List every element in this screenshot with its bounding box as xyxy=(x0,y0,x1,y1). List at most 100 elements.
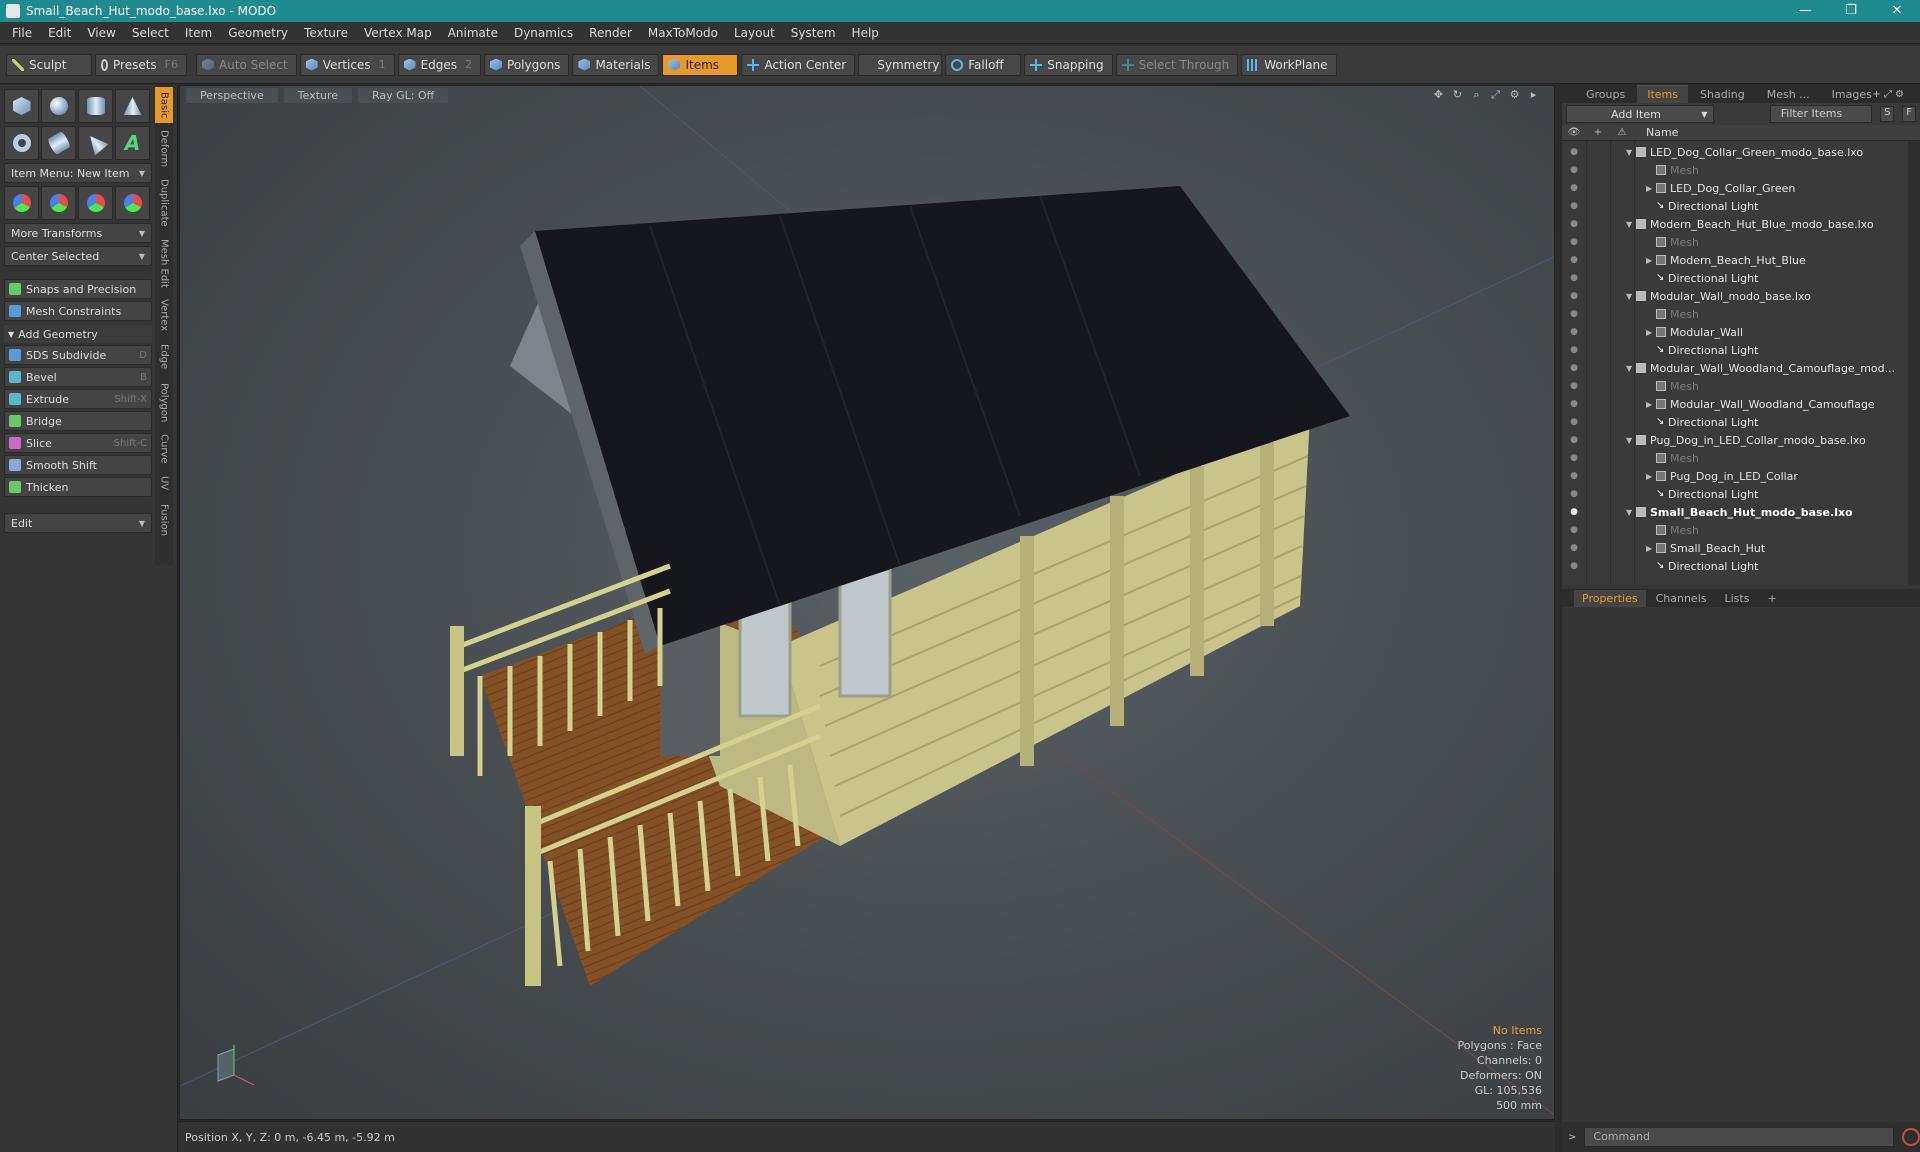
visibility-eye-icon[interactable]: ● xyxy=(1568,507,1580,517)
pan-icon[interactable]: ✥ xyxy=(1432,88,1445,101)
add-item-dropdown[interactable]: Add Item ▼ xyxy=(1566,105,1715,123)
menu-system[interactable]: System xyxy=(783,26,844,40)
tree-scene-item[interactable]: ● ▼ Modular_Wall_modo_base.lxo xyxy=(1562,287,1908,305)
s-toggle[interactable]: S xyxy=(1880,106,1895,122)
minimize-button[interactable]: — xyxy=(1782,0,1828,22)
tab-shading[interactable]: Shading xyxy=(1690,86,1755,103)
tree-mesh-item[interactable]: ● Mesh xyxy=(1562,377,1908,395)
tree-group-item[interactable]: ● ▶ LED_Dog_Collar_Green xyxy=(1562,179,1908,197)
extrude-button[interactable]: Extrude Shift-X xyxy=(4,389,152,409)
record-macro-icon[interactable] xyxy=(1902,1128,1920,1146)
menu-file[interactable]: File xyxy=(4,26,40,40)
raygl-button[interactable]: Ray GL: Off xyxy=(358,87,449,103)
collapse-triangle-icon[interactable]: ▶ xyxy=(1646,256,1656,265)
tree-scene-item[interactable]: ● ▼ LED_Dog_Collar_Green_modo_base.lxo xyxy=(1562,143,1908,161)
menu-vertex-map[interactable]: Vertex Map xyxy=(356,26,440,40)
cone-primitive-button[interactable] xyxy=(115,89,150,123)
bridge-button[interactable]: Bridge xyxy=(4,411,152,431)
tree-light-item[interactable]: ● ↘ Directional Light xyxy=(1562,557,1908,575)
zoom-icon[interactable]: ⌕ xyxy=(1470,88,1483,101)
select-through-button[interactable]: Select Through xyxy=(1115,53,1239,76)
menu-edit[interactable]: Edit xyxy=(40,26,79,40)
type-column-icon[interactable]: ⚠ xyxy=(1610,127,1634,138)
snaps-precision-button[interactable]: Snaps and Precision xyxy=(4,279,152,299)
tree-group-item[interactable]: ● ▶ Pug_Dog_in_LED_Collar xyxy=(1562,467,1908,485)
visibility-eye-icon[interactable]: ● xyxy=(1568,309,1580,319)
tab-uv[interactable]: UV xyxy=(155,471,173,495)
presets-button[interactable]: Presets F6 xyxy=(95,53,187,76)
items-button[interactable]: Items xyxy=(662,53,739,76)
collapse-triangle-icon[interactable]: ▶ xyxy=(1646,184,1656,193)
visibility-eye-icon[interactable]: ● xyxy=(1568,165,1580,175)
tree-mesh-item[interactable]: ● Mesh xyxy=(1562,305,1908,323)
expand-triangle-icon[interactable]: ▼ xyxy=(1626,364,1636,373)
sculpt-button[interactable]: Sculpt xyxy=(6,53,92,76)
tab-mesh[interactable]: Mesh ... xyxy=(1757,86,1820,103)
visibility-eye-icon[interactable]: ● xyxy=(1568,471,1580,481)
visibility-eye-icon[interactable]: ● xyxy=(1568,147,1580,157)
tab-properties[interactable]: Properties xyxy=(1574,590,1646,607)
expand-triangle-icon[interactable]: ▼ xyxy=(1626,508,1636,517)
torus-primitive-button[interactable] xyxy=(4,126,39,160)
maximize-viewport-icon[interactable]: ⤢ xyxy=(1489,88,1502,101)
falloff-button[interactable]: Falloff xyxy=(945,53,1022,76)
menu-maxtomodo[interactable]: MaxToModo xyxy=(640,26,726,40)
visibility-eye-icon[interactable]: ● xyxy=(1568,327,1580,337)
visibility-eye-icon[interactable]: ● xyxy=(1568,399,1580,409)
tree-light-item[interactable]: ● ↘ Directional Light xyxy=(1562,413,1908,431)
command-input[interactable]: Command xyxy=(1584,1127,1895,1147)
tree-scene-item[interactable]: ● ▼ Modern_Beach_Hut_Blue_modo_base.lxo xyxy=(1562,215,1908,233)
tree-group-item[interactable]: ● ▶ Modern_Beach_Hut_Blue xyxy=(1562,251,1908,269)
thicken-button[interactable]: Thicken xyxy=(4,477,152,497)
menu-layout[interactable]: Layout xyxy=(726,26,783,40)
collapse-triangle-icon[interactable]: ▶ xyxy=(1646,544,1656,553)
visibility-eye-icon[interactable]: ● xyxy=(1568,453,1580,463)
tree-scene-item[interactable]: ● ▼ Modular_Wall_Woodland_Camouflage_mod..… xyxy=(1562,359,1908,377)
panel-options-icon[interactable]: + ⤢ ⚙ xyxy=(1862,87,1914,102)
tree-group-item[interactable]: ● ▶ Modular_Wall xyxy=(1562,323,1908,341)
add-tab-icon[interactable]: + xyxy=(1759,590,1784,607)
edges-button[interactable]: Edges 2 xyxy=(397,53,482,76)
name-column[interactable]: Name xyxy=(1646,126,1678,139)
edit-dropdown[interactable]: Edit ▼ xyxy=(4,513,152,533)
visibility-eye-icon[interactable]: ● xyxy=(1568,363,1580,373)
collapse-triangle-icon[interactable]: ▶ xyxy=(1646,400,1656,409)
cylinder-primitive-button[interactable] xyxy=(78,89,113,123)
symmetry-button[interactable]: Symmetry xyxy=(858,53,943,76)
menu-item[interactable]: Item xyxy=(177,26,220,40)
visibility-eye-icon[interactable]: ● xyxy=(1568,417,1580,427)
tab-basic[interactable]: Basic xyxy=(155,87,173,123)
polygons-button[interactable]: Polygons xyxy=(484,53,570,76)
tab-polygon[interactable]: Polygon xyxy=(155,379,173,427)
materials-button[interactable]: Materials xyxy=(572,53,660,76)
menu-animate[interactable]: Animate xyxy=(440,26,506,40)
tab-duplicate[interactable]: Duplicate xyxy=(155,175,173,231)
tab-vertex[interactable]: Vertex xyxy=(155,295,173,335)
vertices-button[interactable]: Vertices 1 xyxy=(299,53,395,76)
3d-viewport[interactable]: Perspective Texture Ray GL: Off ✥ ↻ ⌕ ⤢ … xyxy=(179,85,1555,1120)
tab-items[interactable]: Items xyxy=(1637,85,1689,103)
tab-edge[interactable]: Edge xyxy=(155,339,173,375)
smooth-shift-button[interactable]: Smooth Shift xyxy=(4,455,152,475)
cube-primitive-button[interactable] xyxy=(4,89,39,123)
perspective-button[interactable]: Perspective xyxy=(186,87,278,103)
transform-button[interactable] xyxy=(4,186,39,220)
collapse-triangle-icon[interactable]: ▶ xyxy=(1646,328,1656,337)
tab-mesh-edit[interactable]: Mesh Edit xyxy=(155,235,173,291)
sphere-primitive-button[interactable] xyxy=(41,89,76,123)
workplane-button[interactable]: WorkPlane xyxy=(1241,53,1337,76)
tab-deform[interactable]: Deform xyxy=(155,127,173,171)
center-selected-dropdown[interactable]: Center Selected ▼ xyxy=(4,246,152,266)
tab-lists[interactable]: Lists xyxy=(1717,590,1758,607)
tree-group-item[interactable]: ● ▶ Modular_Wall_Woodland_Camouflage xyxy=(1562,395,1908,413)
expand-triangle-icon[interactable]: ▼ xyxy=(1626,292,1636,301)
rotate-view-icon[interactable]: ↻ xyxy=(1451,88,1464,101)
tab-curve[interactable]: Curve xyxy=(155,431,173,467)
visibility-eye-icon[interactable]: ● xyxy=(1568,561,1580,571)
more-transforms-dropdown[interactable]: More Transforms ▼ xyxy=(4,223,152,243)
visibility-eye-icon[interactable]: ● xyxy=(1568,237,1580,247)
tree-scene-item[interactable]: ● ▼ Small_Beach_Hut_modo_base.lxo xyxy=(1562,503,1908,521)
menu-view[interactable]: View xyxy=(79,26,123,40)
capsule-primitive-button[interactable] xyxy=(41,126,76,160)
eye-column-icon[interactable]: 👁 xyxy=(1562,127,1586,138)
